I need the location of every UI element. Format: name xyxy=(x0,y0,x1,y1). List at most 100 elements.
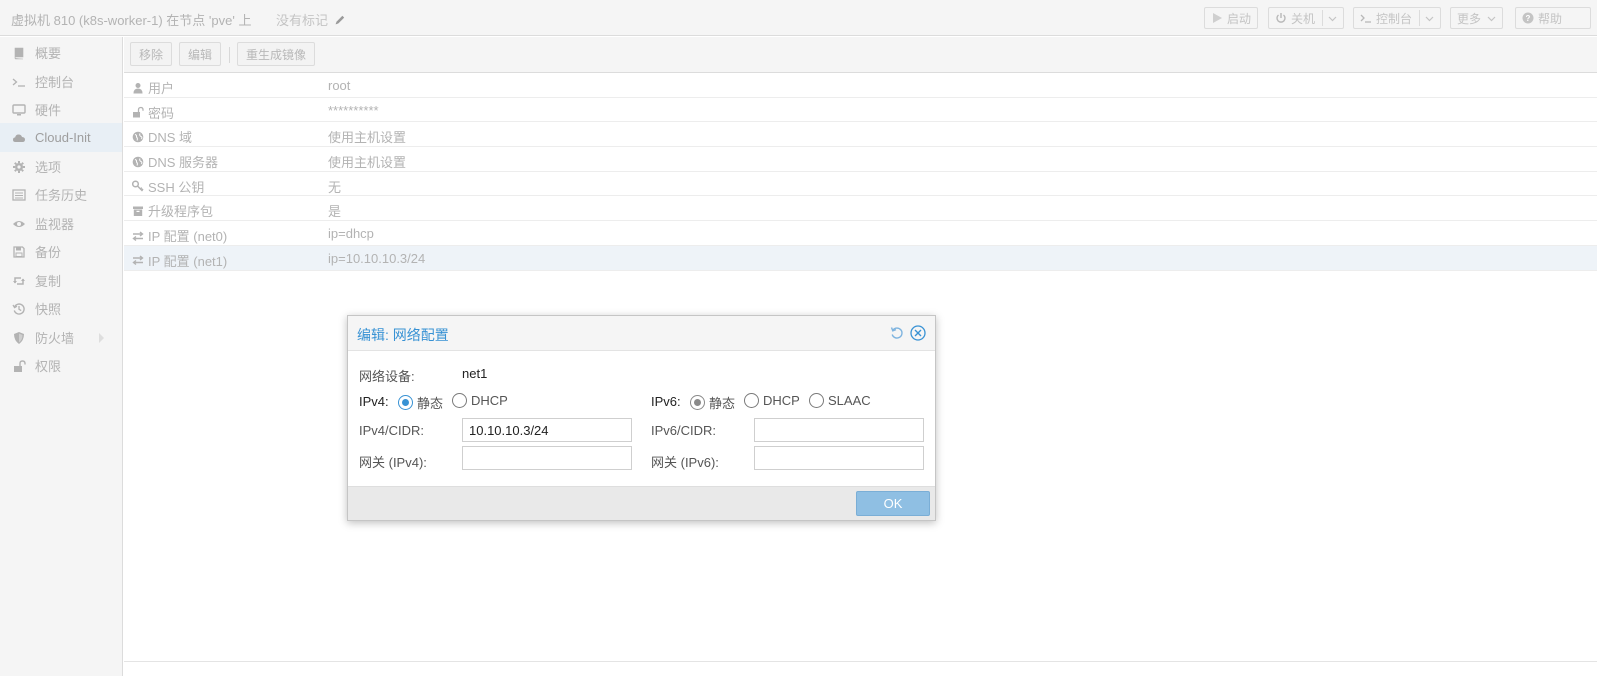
shutdown-label: 关机 xyxy=(1291,11,1316,26)
sidebar: 概要 控制台 硬件 Cloud-Init 选项 任务历史 监视器 备份 复制 快… xyxy=(0,37,123,676)
remove-button[interactable]: 移除 xyxy=(130,42,173,66)
console-button[interactable]: 控制台 xyxy=(1353,7,1442,29)
row-value: root xyxy=(328,78,351,93)
table-row-selected[interactable]: IP 配置 (net1) ip=10.10.10.3/24 xyxy=(124,245,1597,271)
user-icon xyxy=(133,82,143,93)
play-icon xyxy=(1213,13,1222,23)
radio-label: DHCP xyxy=(763,393,800,408)
gateway-ipv4-label: 网关 (IPv4): xyxy=(359,455,427,470)
network-config-dialog: 编辑: 网络配置 网络设备: net1 IPv4: 静态 DHCP IPv6: … xyxy=(347,315,936,521)
radio-label: DHCP xyxy=(471,393,508,408)
reset-icon[interactable] xyxy=(889,325,905,341)
retweet-icon xyxy=(13,276,25,285)
more-button[interactable]: 更多 xyxy=(1450,7,1504,29)
ok-button[interactable]: OK xyxy=(856,491,930,516)
sidebar-item-label: 快照 xyxy=(35,302,62,317)
ipv4-cidr-label: IPv4/CIDR: xyxy=(359,423,425,438)
row-value: 是 xyxy=(328,204,342,220)
terminal-icon xyxy=(12,78,25,87)
cloud-icon xyxy=(13,134,25,142)
sidebar-item-options[interactable]: 选项 xyxy=(0,152,122,181)
gateway-ipv6-input[interactable] xyxy=(754,446,924,470)
table-row[interactable]: 升级程序包 是 xyxy=(124,196,1597,222)
list-icon xyxy=(12,188,26,201)
ipv6-cidr-label: IPv6/CIDR: xyxy=(651,423,717,438)
sidebar-item-hardware[interactable]: 硬件 xyxy=(0,95,122,124)
start-label: 启动 xyxy=(1227,11,1252,26)
radio-checked xyxy=(398,395,413,410)
ipv6-static-radio[interactable]: 静态 xyxy=(690,393,735,412)
desktop-icon xyxy=(12,103,26,115)
sidebar-item-backup[interactable]: 备份 xyxy=(0,237,122,266)
key-icon xyxy=(132,180,144,192)
regenerate-label: 重生成镜像 xyxy=(246,47,307,62)
unlock-icon xyxy=(133,107,144,118)
row-key: 密码 xyxy=(148,105,175,121)
unlock-icon xyxy=(14,359,26,372)
table-row[interactable]: 用户 root xyxy=(124,73,1597,98)
terminal-icon xyxy=(1360,14,1371,23)
sidebar-item-summary[interactable]: 概要 xyxy=(0,38,122,67)
ipv4-cidr-input[interactable] xyxy=(462,418,632,442)
pencil-icon[interactable] xyxy=(334,14,346,26)
start-button[interactable]: 启动 xyxy=(1204,7,1259,29)
sidebar-item-permissions[interactable]: 权限 xyxy=(0,351,122,380)
more-label: 更多 xyxy=(1457,11,1482,26)
dialog-header[interactable]: 编辑: 网络配置 xyxy=(348,316,935,351)
ipv6-dhcp-radio[interactable]: DHCP xyxy=(744,393,800,408)
shutdown-button[interactable]: 关机 xyxy=(1268,7,1345,29)
sidebar-item-task-history[interactable]: 任务历史 xyxy=(0,180,122,209)
table-row[interactable]: SSH 公钥 无 xyxy=(124,172,1597,197)
radio-unchecked xyxy=(744,393,759,408)
radio-unchecked xyxy=(809,393,824,408)
network-device-label: 网络设备: xyxy=(359,369,415,384)
ipv6-cidr-input[interactable] xyxy=(754,418,924,442)
sidebar-item-label: 任务历史 xyxy=(35,188,88,203)
ipv4-label: IPv4: xyxy=(359,394,389,409)
ipv4-dhcp-radio[interactable]: DHCP xyxy=(452,393,508,408)
sidebar-item-monitor[interactable]: 监视器 xyxy=(0,209,122,238)
sidebar-item-cloud-init[interactable]: Cloud-Init xyxy=(0,123,122,152)
row-key: SSH 公钥 xyxy=(148,179,205,195)
row-value: ip=dhcp xyxy=(328,226,374,242)
row-value: 无 xyxy=(328,179,342,195)
help-button[interactable]: ? 帮助 xyxy=(1515,7,1591,29)
gateway-ipv4-input[interactable] xyxy=(462,446,632,470)
archive-icon xyxy=(133,206,143,216)
tags-editor[interactable]: 没有标记 xyxy=(276,10,346,29)
gear-icon xyxy=(13,160,25,173)
regenerate-image-button[interactable]: 重生成镜像 xyxy=(237,42,316,66)
table-row[interactable]: 密码 ********** xyxy=(124,98,1597,123)
table-row[interactable]: DNS 服务器 使用主机设置 xyxy=(124,147,1597,172)
sidebar-item-replication[interactable]: 复制 xyxy=(0,266,122,295)
chevron-down-icon[interactable] xyxy=(1425,14,1434,23)
sidebar-item-console[interactable]: 控制台 xyxy=(0,67,122,96)
ipv4-static-radio[interactable]: 静态 xyxy=(398,393,443,412)
close-icon[interactable] xyxy=(910,325,926,341)
ipv6-slaac-radio[interactable]: SLAAC xyxy=(809,393,871,408)
floppy-icon xyxy=(13,245,25,258)
row-key: IP 配置 (net1) xyxy=(148,253,228,269)
radio-unchecked xyxy=(452,393,467,408)
table-row[interactable]: IP 配置 (net0) ip=dhcp xyxy=(124,221,1597,246)
expand-arrow-icon[interactable] xyxy=(99,333,104,343)
sidebar-item-firewall[interactable]: 防火墙 xyxy=(0,323,122,352)
footer-divider xyxy=(124,661,1597,662)
chevron-down-icon[interactable] xyxy=(1328,14,1337,23)
sidebar-item-snapshots[interactable]: 快照 xyxy=(0,294,122,323)
history-icon xyxy=(12,302,25,315)
table-row[interactable]: DNS 域 使用主机设置 xyxy=(124,122,1597,148)
radio-label: SLAAC xyxy=(828,393,871,408)
cloudinit-grid: 用户 root 密码 ********** DNS 域 使用主机设置 DNS 服… xyxy=(124,73,1597,271)
edit-button[interactable]: 编辑 xyxy=(179,42,222,66)
book-icon xyxy=(14,47,24,59)
row-key: IP 配置 (net0) xyxy=(148,229,228,245)
sidebar-item-label: Cloud-Init xyxy=(35,130,91,145)
dialog-body: 网络设备: net1 IPv4: 静态 DHCP IPv6: 静态 DHCP S… xyxy=(348,352,935,486)
sidebar-item-label: 控制台 xyxy=(35,75,75,90)
dialog-title: 编辑: 网络配置 xyxy=(357,327,449,343)
page-title: 虚拟机 810 (k8s-worker-1) 在节点 'pve' 上 xyxy=(11,13,252,28)
row-key: DNS 域 xyxy=(148,130,193,146)
question-circle-icon: ? xyxy=(1522,12,1534,24)
dialog-footer: OK xyxy=(348,486,935,520)
